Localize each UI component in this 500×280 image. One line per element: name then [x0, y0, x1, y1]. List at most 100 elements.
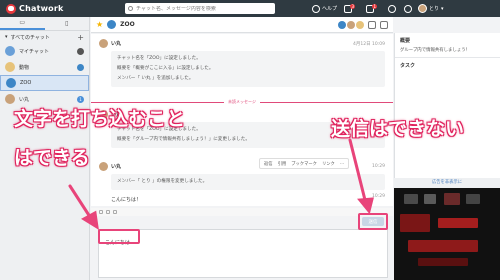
user-name: とり: [429, 6, 440, 12]
system-line: メンバー「 い丸 」を追加しました。: [117, 76, 194, 81]
input-text-highlight: [98, 229, 140, 244]
bookmark-icon: ▯: [65, 20, 69, 27]
settings-menu[interactable]: [404, 3, 412, 14]
send-button-highlight: [358, 213, 388, 230]
panel-toggle-icon[interactable]: [380, 20, 388, 29]
message-body: こんにちは！: [111, 197, 142, 203]
overview-text: グループ内で情報共有しましょう！: [400, 48, 470, 53]
overview-title: 概要: [400, 38, 411, 44]
account-menu[interactable]: とり ▾: [418, 3, 444, 14]
search-box[interactable]: [125, 3, 275, 14]
chatwork-logo-icon: [6, 3, 16, 14]
message-input[interactable]: こんにちは: [98, 229, 388, 278]
app-logo[interactable]: Chatwork: [6, 3, 64, 14]
ad-block: [418, 258, 468, 266]
ad-block: [444, 193, 460, 205]
unread-count-badge: 1: [77, 95, 84, 103]
sidebar-item-label: 動物: [19, 64, 30, 71]
message-header: い丸 4月12日 10:09: [99, 39, 385, 48]
author-avatar: [99, 39, 108, 48]
ad-image: [394, 188, 500, 280]
system-message: メンバー「 とり 」の権限を変更しました。: [111, 174, 385, 190]
room-settings-icon[interactable]: [368, 20, 376, 29]
member-avatar: [356, 20, 364, 29]
link-action[interactable]: リンク: [322, 161, 335, 167]
search-icon: [128, 6, 133, 11]
room-avatar: [5, 94, 15, 104]
member-avatar: [338, 20, 346, 29]
room-info-panel: 概要 グループ内で情報共有しましょう！ タスク: [394, 33, 500, 178]
quote-action[interactable]: 引用: [278, 161, 287, 167]
help-menu[interactable]: ヘルプ: [312, 3, 337, 14]
system-line: チャット名を「ZOO」に設定しました。: [117, 56, 201, 61]
annotation-can-type: 文字を打ち込むこと: [14, 108, 186, 130]
chat-filter[interactable]: ▾ すべてのチャット +: [0, 31, 89, 43]
member-avatar: [347, 20, 355, 29]
task-section: タスク: [395, 58, 500, 73]
user-avatar: [418, 4, 427, 13]
to-icon[interactable]: [99, 210, 103, 214]
ad-block: [400, 214, 430, 232]
mychat-avatar: [5, 46, 15, 56]
search-input[interactable]: [136, 5, 266, 12]
notification-menu[interactable]: [388, 3, 396, 14]
add-chat-icon[interactable]: +: [77, 33, 84, 42]
overview-section: 概要 グループ内で情報共有しましょう！: [395, 33, 500, 57]
sidebar-item-mychat[interactable]: マイチャット: [0, 43, 89, 59]
ad-block: [404, 194, 418, 204]
room-title: ZOO: [120, 21, 135, 28]
room-avatar: [6, 78, 16, 88]
chat-filter-label: すべてのチャット: [10, 34, 50, 41]
logo-text: Chatwork: [19, 4, 64, 13]
help-label: ヘルプ: [322, 6, 338, 12]
attach-icon[interactable]: [113, 210, 117, 214]
contacts-count-badge: 1: [372, 3, 377, 9]
app-header: Chatwork ヘルプ 3 1 とり ▾: [0, 0, 500, 17]
pin-icon: [77, 47, 84, 55]
emoji-icon[interactable]: [106, 210, 110, 214]
divider-line: [259, 101, 393, 103]
system-line: メンバー「 とり 」の権限を変更しました。: [117, 179, 208, 184]
chat-bubble-icon: ▭: [19, 19, 26, 26]
star-icon[interactable]: ★: [96, 20, 103, 29]
message-action-bar: 返信 引用 ブックマーク リンク …: [259, 158, 350, 169]
system-line: 概要を「概要がここに入る」に設定しました。: [117, 66, 214, 71]
chat-room-header: ★ ZOO: [91, 17, 393, 33]
message-time: 10:29: [372, 194, 385, 199]
composer-toolbar: [91, 208, 393, 216]
bookmark-action[interactable]: ブックマーク: [291, 161, 317, 167]
tab-bookmarks[interactable]: ▯: [45, 17, 90, 30]
system-message: チャット名を「ZOO」に設定しました。 概要を「概要がここに入る」に設定しました…: [111, 51, 385, 87]
author-name: い丸: [111, 164, 122, 170]
reply-action[interactable]: 返信: [264, 161, 273, 167]
tab-chats[interactable]: ▭: [0, 17, 45, 30]
chevron-down-icon: ▾: [441, 5, 444, 12]
help-icon: [312, 4, 320, 13]
contacts-icon: 1: [366, 3, 377, 13]
mention-icon: [77, 63, 84, 71]
author-avatar: [99, 162, 108, 171]
sidebar-item-zoo[interactable]: ZOO: [0, 75, 89, 91]
unread-divider-label: 未読メッセージ: [228, 99, 256, 104]
task-menu[interactable]: 3: [344, 3, 355, 14]
message-item: 10:29 こんにちは！: [99, 194, 385, 203]
task-check-icon: 3: [344, 3, 355, 13]
sidebar-tabs: ▭ ▯: [0, 17, 89, 31]
room-avatar: [5, 62, 15, 72]
ad-block: [466, 194, 480, 204]
sidebar-item-label: ZOO: [20, 80, 32, 86]
hide-ads-link[interactable]: 広告を非表示に: [394, 178, 500, 188]
contacts-menu[interactable]: 1: [366, 3, 377, 14]
sidebar-item-animals[interactable]: 動物: [0, 59, 89, 75]
more-icon[interactable]: …: [340, 161, 344, 166]
sidebar-item-label: い丸: [19, 96, 30, 103]
ad-block: [424, 194, 436, 204]
annotation-cannot-send: 送信はできない: [331, 118, 465, 140]
annotation-can-type-2: はできる: [14, 147, 90, 169]
member-list[interactable]: [338, 20, 388, 29]
message-item: い丸 4月12日 10:09 チャット名を「ZOO」に設定しました。 概要を「概…: [99, 39, 385, 87]
divider-line: [91, 101, 225, 103]
task-title: タスク: [400, 63, 416, 69]
task-count-badge: 3: [350, 3, 355, 9]
author-name: い丸: [111, 41, 122, 47]
